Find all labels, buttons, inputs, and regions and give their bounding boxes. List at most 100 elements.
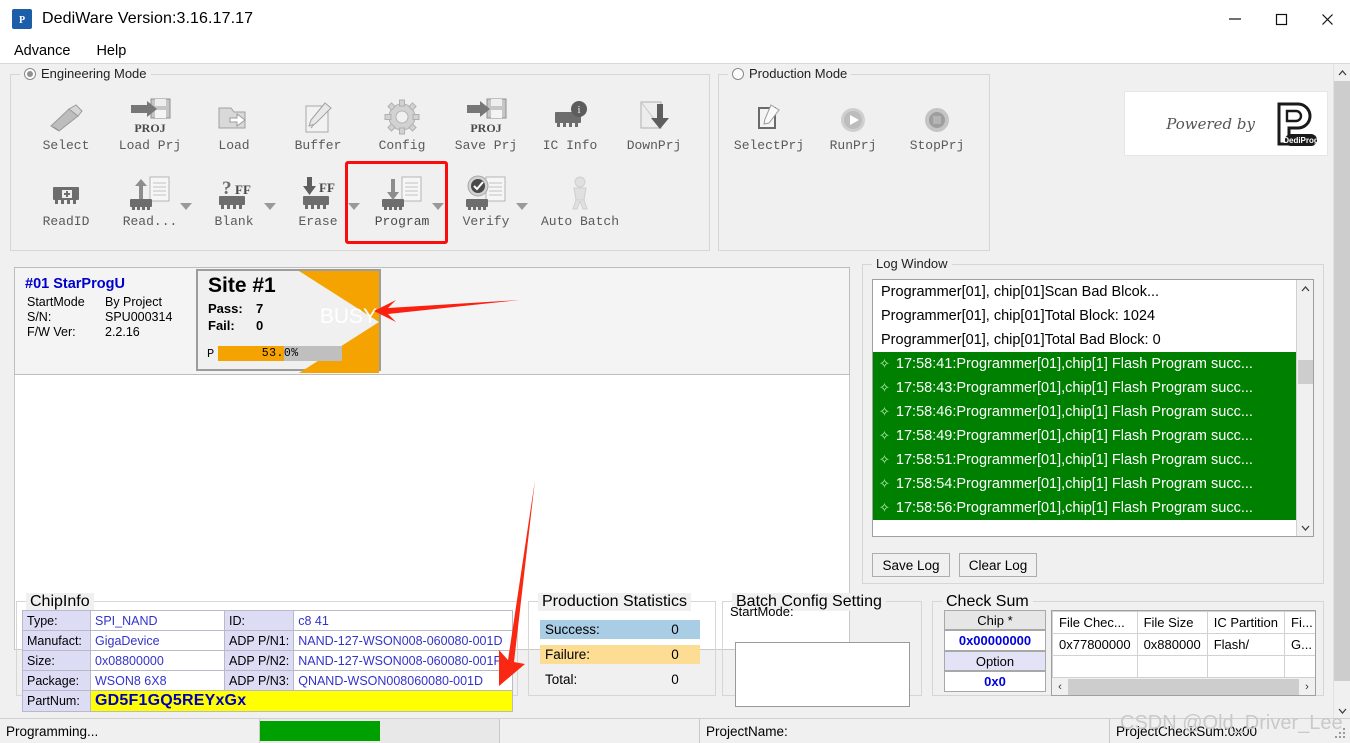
chip-manufact-value: GigaDevice bbox=[90, 630, 225, 651]
ic-info-icon: i bbox=[532, 92, 608, 136]
toolbar-button-save-prj[interactable]: PROJ Save Prj bbox=[448, 92, 524, 153]
toolbar-label-stop-prj: StopPrj bbox=[909, 138, 965, 153]
production-mode-radio[interactable] bbox=[732, 68, 744, 80]
chip-partnum-value: GD5F1GQ5REYxGx bbox=[90, 690, 513, 712]
toolbar-button-select-prj[interactable]: SelectPrj bbox=[731, 92, 807, 153]
log-success-icon: ✧ bbox=[879, 404, 890, 419]
log-row-text: 17:58:46:Programmer[01],chip[1] Flash Pr… bbox=[895, 404, 1253, 420]
log-row: ✧ 17:58:51:Programmer[01],chip[1] Flash P… bbox=[873, 448, 1296, 472]
table-row: Size: 0x08800000 ADP P/N2: NAND-127-WSON… bbox=[22, 650, 513, 671]
maximize-button[interactable] bbox=[1258, 0, 1304, 38]
main-vertical-scrollbar[interactable] bbox=[1333, 64, 1350, 719]
resize-grip-icon[interactable] bbox=[1335, 728, 1347, 740]
toolbar-button-erase[interactable]: FF Erase bbox=[280, 168, 356, 229]
log-scroll-down-icon[interactable] bbox=[1297, 519, 1313, 536]
log-row: ✧ 17:58:49:Programmer[01],chip[1] Flash P… bbox=[873, 424, 1296, 448]
checksum-cell-empty bbox=[1052, 655, 1138, 678]
site-pass-label-2: Pass: bbox=[208, 301, 243, 316]
toolbar-label-buffer: Buffer bbox=[294, 138, 342, 153]
log-row-text: 17:58:41:Programmer[01],chip[1] Flash Pr… bbox=[895, 356, 1253, 372]
engineering-mode-legend[interactable]: Engineering Mode bbox=[20, 66, 151, 81]
checksum-cell-empty bbox=[1206, 655, 1286, 678]
toolbar-button-program[interactable]: Program bbox=[364, 168, 440, 229]
engineering-mode-radio[interactable] bbox=[24, 68, 36, 80]
chip-type-value: SPI_NAND bbox=[90, 610, 225, 631]
log-row-text: 17:58:43:Programmer[01],chip[1] Flash Pr… bbox=[895, 380, 1253, 396]
toolbar-label-select-prj: SelectPrj bbox=[733, 138, 805, 153]
svg-text:i: i bbox=[578, 105, 581, 116]
toolbar-button-ic-info[interactable]: i IC Info bbox=[532, 92, 608, 153]
verify-dropdown-caret-icon[interactable] bbox=[516, 203, 528, 210]
application-window: P DediWare Version:3.16.17.17 Advance He… bbox=[0, 0, 1350, 743]
chip-info-table: Type: SPI_NAND ID: c8 41 Manufact: GigaD… bbox=[22, 610, 513, 712]
engineering-mode-label: Engineering Mode bbox=[41, 66, 147, 81]
checksum-scrollbar-thumb[interactable] bbox=[1068, 678, 1299, 695]
table-row bbox=[1052, 655, 1315, 678]
log-row: Programmer[01], chip[01]Total Block: 102… bbox=[881, 308, 1156, 324]
toolbar-button-run-prj[interactable]: RunPrj bbox=[815, 92, 891, 153]
log-row: ✧ 17:58:41:Programmer[01],chip[1] Flash P… bbox=[873, 352, 1296, 376]
toolbar-button-readid[interactable]: ReadID bbox=[28, 168, 104, 229]
checksum-scroll-right-icon[interactable]: › bbox=[1299, 681, 1315, 693]
toolbar-button-load-prj[interactable]: PROJ Load Prj bbox=[112, 92, 188, 153]
log-scrollbar-thumb[interactable] bbox=[1298, 360, 1313, 384]
chip-size-value: 0x08800000 bbox=[90, 650, 225, 671]
checksum-chip-header[interactable]: Chip * bbox=[944, 610, 1046, 630]
site-status-box-front[interactable]: BUSY Site #1 Pass: 7 Fail: 0 P 53.0% bbox=[196, 269, 381, 373]
checksum-scroll-left-icon[interactable]: ‹ bbox=[1052, 681, 1068, 693]
table-header-row: File Chec... File Size IC Partition Fi..… bbox=[1052, 611, 1315, 634]
toolbar-label-run-prj: RunPrj bbox=[829, 138, 877, 153]
batch-config-textarea[interactable] bbox=[735, 642, 910, 707]
scroll-up-icon[interactable] bbox=[1334, 64, 1350, 81]
read-dropdown-caret-icon[interactable] bbox=[180, 203, 192, 210]
status-bar: Programming... ProjectName: ProjectCheck… bbox=[0, 718, 1350, 743]
clear-log-button[interactable]: Clear Log bbox=[959, 553, 1037, 577]
log-rows-container: Programmer[01], chip[01]Scan Bad Blcok..… bbox=[873, 280, 1296, 520]
checksum-option-header[interactable]: Option bbox=[944, 651, 1046, 671]
select-icon bbox=[28, 92, 104, 136]
checksum-cell-file: G... bbox=[1284, 633, 1315, 656]
toolbar-button-verify[interactable]: Verify bbox=[448, 168, 524, 229]
svg-text:FF: FF bbox=[319, 180, 335, 195]
toolbar-button-down-prj[interactable]: DownPrj bbox=[616, 92, 692, 153]
log-scroll-up-icon[interactable] bbox=[1297, 280, 1313, 297]
title-bar: P DediWare Version:3.16.17.17 bbox=[0, 0, 1350, 38]
scrollbar-thumb[interactable] bbox=[1334, 81, 1350, 681]
minimize-button[interactable] bbox=[1212, 0, 1258, 38]
chip-adp-pn1-label: ADP P/N1: bbox=[223, 630, 295, 651]
program-dropdown-caret-icon[interactable] bbox=[432, 203, 444, 210]
powered-by-text: Powered by bbox=[1166, 114, 1255, 133]
erase-dropdown-caret-icon[interactable] bbox=[348, 203, 360, 210]
checksum-col-ic-partition: IC Partition bbox=[1206, 611, 1286, 634]
chip-adp-pn2-value: NAND-127-WSON008-060080-001P bbox=[293, 650, 513, 671]
log-vertical-scrollbar[interactable] bbox=[1296, 280, 1313, 536]
toolbar-button-read[interactable]: Read... bbox=[112, 168, 188, 229]
toolbar-label-ic-info: IC Info bbox=[542, 138, 598, 153]
blank-check-icon: ? FF bbox=[196, 168, 272, 212]
scroll-down-icon[interactable] bbox=[1334, 702, 1350, 719]
table-row: 0x77800000 0x880000 Flash/ G... bbox=[1052, 633, 1315, 656]
toolbar-button-load[interactable]: Load bbox=[196, 92, 272, 153]
save-log-button[interactable]: Save Log bbox=[872, 553, 950, 577]
toolbar-button-select[interactable]: Select bbox=[28, 92, 104, 153]
batch-startmode-label: StartMode: bbox=[730, 604, 794, 619]
chip-adp-pn2-label: ADP P/N2: bbox=[223, 650, 295, 671]
toolbar-button-stop-prj[interactable]: StopPrj bbox=[899, 92, 975, 153]
window-controls bbox=[1212, 0, 1350, 38]
toolbar-button-buffer[interactable]: Buffer bbox=[280, 92, 356, 153]
production-mode-legend[interactable]: Production Mode bbox=[728, 66, 852, 81]
svg-text:FF: FF bbox=[235, 182, 251, 197]
stat-success-label: Success: bbox=[545, 622, 600, 637]
toolbar-button-blank[interactable]: ? FF Blank bbox=[196, 168, 272, 229]
checksum-horizontal-scrollbar[interactable]: ‹ › bbox=[1052, 677, 1315, 695]
toolbar-button-auto-batch[interactable]: Auto Batch bbox=[532, 168, 628, 229]
menu-item-help[interactable]: Help bbox=[94, 41, 136, 61]
close-button[interactable] bbox=[1304, 0, 1350, 38]
toolbar-button-config[interactable]: Config bbox=[364, 92, 440, 153]
checksum-file-table[interactable]: File Chec... File Size IC Partition Fi..… bbox=[1051, 610, 1316, 696]
site-pass-value-2: 7 bbox=[256, 301, 264, 316]
menu-item-advance[interactable]: Advance bbox=[12, 41, 80, 61]
log-list[interactable]: Programmer[01], chip[01]Scan Bad Blcok..… bbox=[872, 279, 1314, 537]
toolbar-label-load-prj: Load Prj bbox=[118, 138, 182, 153]
blank-dropdown-caret-icon[interactable] bbox=[264, 203, 276, 210]
